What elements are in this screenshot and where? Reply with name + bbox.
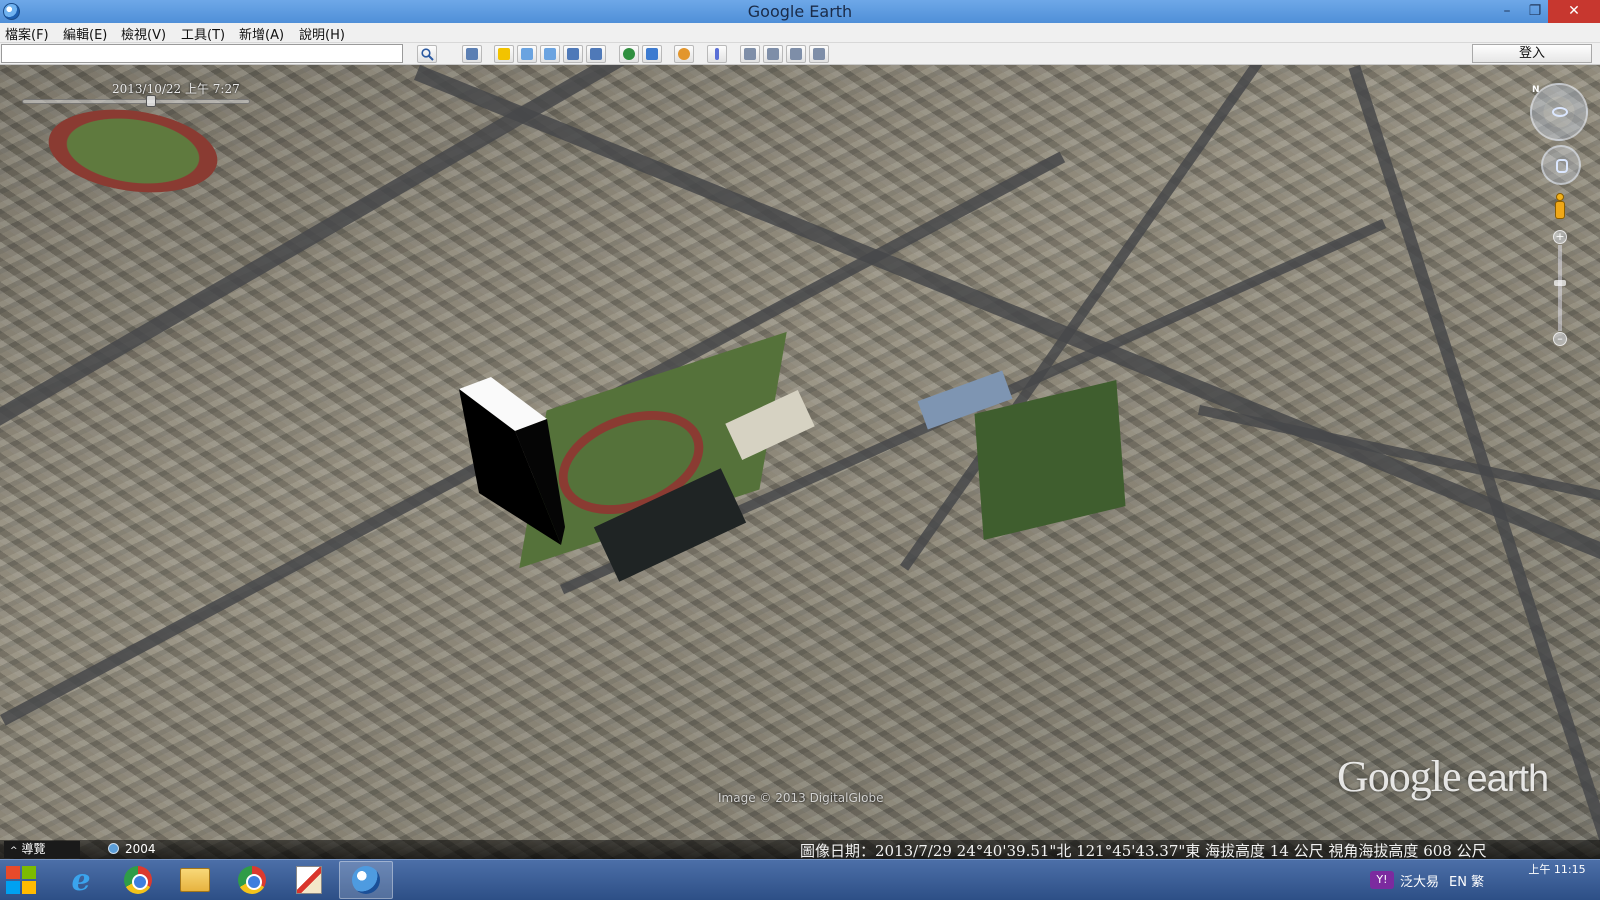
magnifier-icon bbox=[420, 47, 434, 61]
taskbar-google-earth[interactable] bbox=[339, 861, 393, 899]
add-path-button[interactable] bbox=[540, 45, 560, 63]
start-button[interactable] bbox=[6, 866, 38, 894]
yahoo-ime-icon[interactable]: Y! bbox=[1370, 871, 1394, 889]
menu-bar: 檔案(F) 編輯(E) 檢視(V) 工具(T) 新增(A) 說明(H) bbox=[0, 23, 1600, 43]
pegman-head bbox=[1556, 193, 1564, 201]
pushpin-icon bbox=[498, 48, 510, 60]
menu-add[interactable]: 新增(A) bbox=[239, 24, 284, 43]
paint-icon bbox=[296, 866, 322, 894]
image-overlay-icon bbox=[567, 48, 579, 60]
taskbar-google-chrome[interactable] bbox=[111, 861, 165, 899]
coordinate-readout: 圖像日期：2013/7/29 24°40'39.51"北 121°45'43.3… bbox=[800, 842, 1487, 860]
chrome-icon bbox=[124, 866, 152, 894]
sunlight-button[interactable] bbox=[642, 45, 662, 63]
earth-3d-viewport[interactable]: 2013/10/22 上午 7:27 N + – Image © 2013 Di… bbox=[0, 65, 1600, 859]
eye-icon bbox=[1552, 107, 1568, 117]
google-earth-logo: Google earth bbox=[1337, 751, 1550, 802]
search-input[interactable] bbox=[1, 44, 403, 63]
pegman-body bbox=[1555, 201, 1565, 219]
zoom-slider[interactable]: + – bbox=[1552, 230, 1568, 346]
clock-icon bbox=[108, 843, 119, 854]
save-image-icon bbox=[790, 48, 802, 60]
record-tour-icon bbox=[590, 48, 602, 60]
sidebar-toggle-button[interactable] bbox=[462, 45, 482, 63]
record-tour-button[interactable] bbox=[586, 45, 606, 63]
menu-help[interactable]: 說明(H) bbox=[299, 24, 345, 43]
search-button[interactable] bbox=[417, 45, 437, 63]
close-button[interactable]: ✕ bbox=[1548, 0, 1600, 23]
taskbar-google-chrome-2[interactable] bbox=[225, 861, 279, 899]
zoom-out-button[interactable]: – bbox=[1553, 332, 1567, 346]
windows-logo-icon bbox=[6, 881, 20, 894]
time-slider-track[interactable] bbox=[22, 99, 250, 104]
switch-planet-button[interactable] bbox=[674, 45, 694, 63]
windows-taskbar: e Y! 泛大易 EN 繁 上午 11:15 bbox=[0, 859, 1600, 900]
ruler-button[interactable] bbox=[707, 45, 727, 63]
logo-google-text: Google bbox=[1337, 752, 1462, 801]
street-view-pegman-icon[interactable] bbox=[1553, 193, 1567, 221]
windows-logo-icon bbox=[22, 866, 36, 879]
taskbar-internet-explorer[interactable]: e bbox=[54, 861, 108, 899]
add-polygon-button[interactable] bbox=[517, 45, 537, 63]
caret-up-icon: ^ bbox=[10, 846, 18, 856]
running-track-field bbox=[43, 99, 223, 203]
maximize-button[interactable]: ❐ bbox=[1518, 0, 1552, 23]
map-icon bbox=[813, 48, 825, 60]
path-icon bbox=[544, 48, 556, 60]
imagery-year[interactable]: 2004 bbox=[108, 842, 156, 856]
clock-icon bbox=[623, 48, 635, 60]
sun-icon bbox=[646, 48, 658, 60]
sign-in-button[interactable]: 登入 bbox=[1472, 44, 1592, 63]
hand-icon bbox=[1556, 159, 1568, 173]
view-in-maps-button[interactable] bbox=[809, 45, 829, 63]
add-placemark-button[interactable] bbox=[494, 45, 514, 63]
toolbar: 登入 bbox=[0, 43, 1600, 65]
window-title: Google Earth bbox=[747, 2, 853, 21]
menu-tools[interactable]: 工具(T) bbox=[181, 24, 225, 43]
polygon-icon bbox=[521, 48, 533, 60]
road bbox=[1197, 405, 1600, 561]
north-indicator[interactable]: N bbox=[1532, 85, 1540, 95]
save-image-button[interactable] bbox=[786, 45, 806, 63]
logo-earth-text: earth bbox=[1466, 758, 1550, 800]
add-image-overlay-button[interactable] bbox=[563, 45, 583, 63]
tour-guide-label: 導覽 bbox=[21, 842, 46, 856]
email-button[interactable] bbox=[740, 45, 760, 63]
windows-logo-icon bbox=[6, 866, 20, 879]
zoom-thumb[interactable] bbox=[1554, 280, 1566, 286]
menu-view[interactable]: 檢視(V) bbox=[121, 24, 166, 43]
printer-icon bbox=[767, 48, 779, 60]
planet-icon bbox=[678, 48, 690, 60]
google-earth-icon bbox=[352, 866, 380, 894]
move-control[interactable] bbox=[1541, 145, 1581, 185]
zoom-track[interactable] bbox=[1558, 245, 1562, 331]
status-bar: ^ 導覽 2004 圖像日期：2013/7/29 24°40'39.51"北 12… bbox=[0, 840, 1600, 860]
language-indicator[interactable]: EN 繁 bbox=[1449, 871, 1484, 890]
historical-imagery-button[interactable] bbox=[619, 45, 639, 63]
envelope-icon bbox=[744, 48, 756, 60]
ruler-icon bbox=[715, 48, 719, 60]
print-button[interactable] bbox=[763, 45, 783, 63]
imagery-credit: Image © 2013 DigitalGlobe bbox=[718, 791, 884, 805]
imagery-year-label: 2004 bbox=[125, 842, 156, 856]
internet-explorer-icon: e bbox=[71, 862, 91, 898]
windows-logo-icon bbox=[22, 881, 36, 894]
menu-edit[interactable]: 編輯(E) bbox=[63, 24, 107, 43]
taskbar-clock[interactable]: 上午 11:15 bbox=[1524, 862, 1590, 878]
chrome-icon bbox=[238, 866, 266, 894]
folder-icon bbox=[180, 868, 210, 892]
menu-file[interactable]: 檔案(F) bbox=[5, 24, 49, 43]
system-tray: Y! 泛大易 EN 繁 bbox=[1370, 866, 1494, 894]
3d-building-model[interactable] bbox=[455, 377, 570, 547]
taskbar-file-explorer[interactable] bbox=[168, 861, 222, 899]
title-bar: Google Earth – ❐ ✕ bbox=[0, 0, 1600, 23]
timeline-date-label: 2013/10/22 上午 7:27 bbox=[112, 82, 240, 96]
sidebar-icon bbox=[466, 48, 478, 60]
tour-guide-button[interactable]: ^ 導覽 bbox=[4, 841, 80, 858]
ime-name[interactable]: 泛大易 bbox=[1400, 871, 1439, 890]
zoom-in-button[interactable]: + bbox=[1553, 230, 1567, 244]
taskbar-paint[interactable] bbox=[282, 861, 336, 899]
